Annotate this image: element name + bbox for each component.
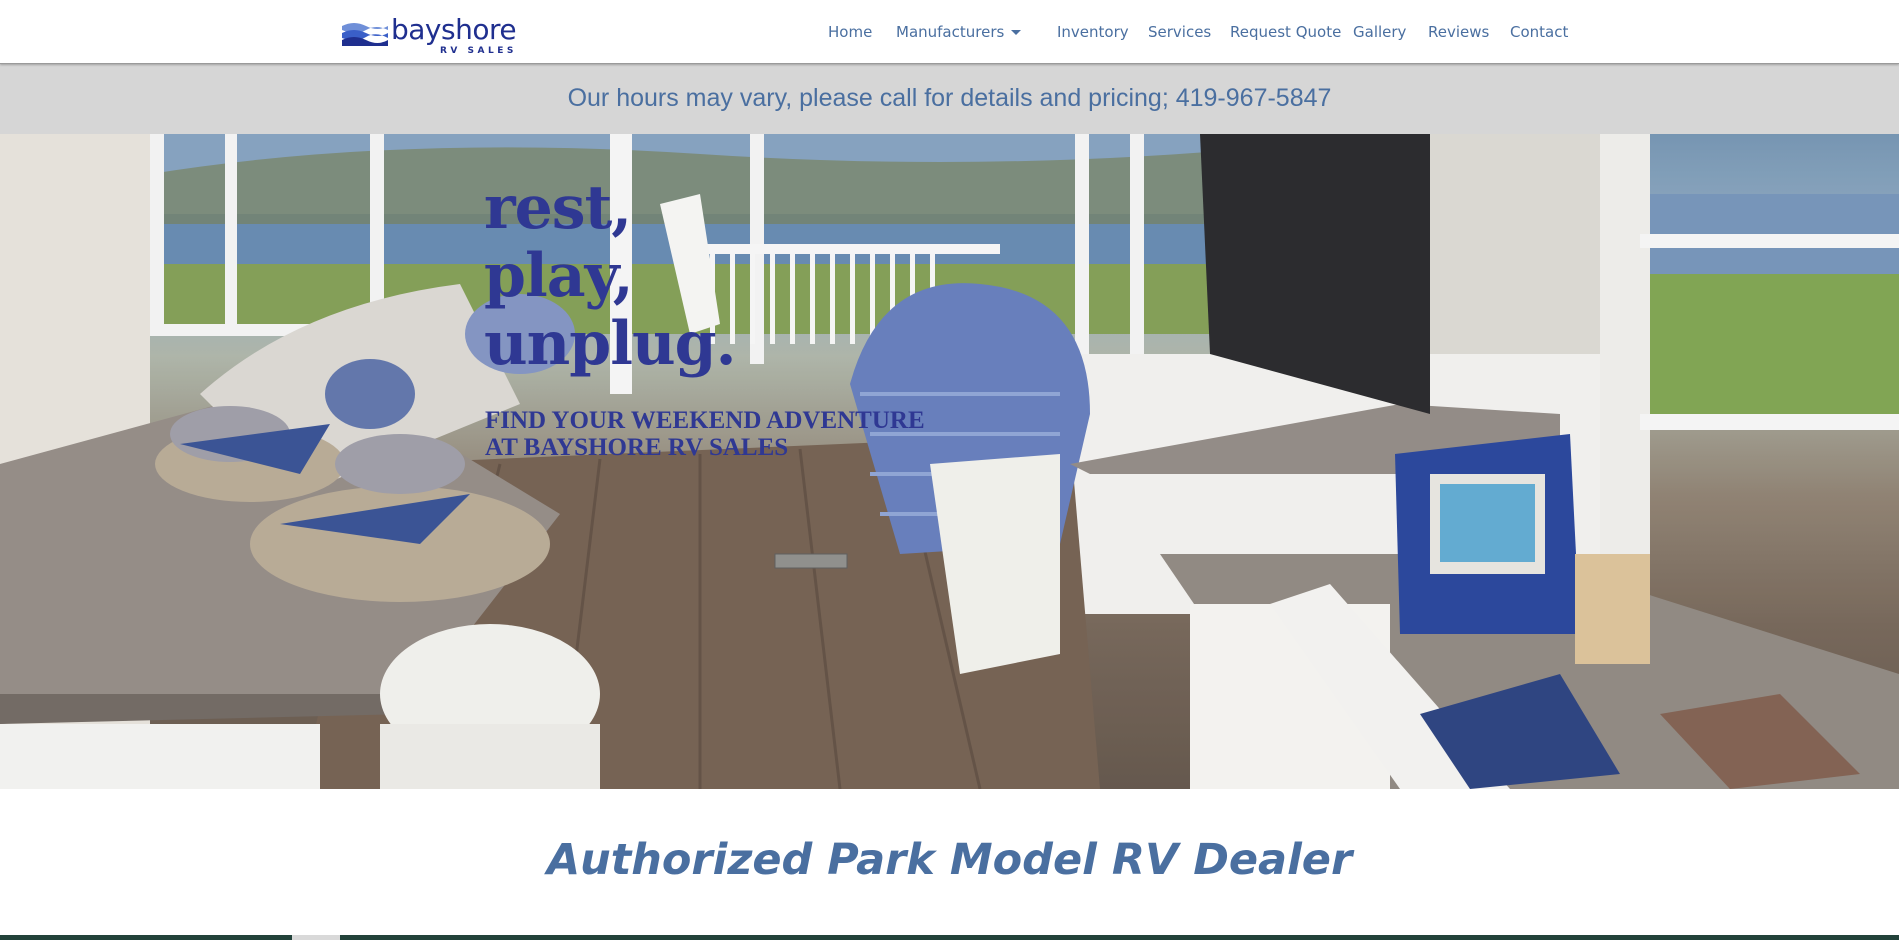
hours-notice-text: Our hours may vary, please call for deta… bbox=[567, 84, 1332, 112]
main-nav: Home Manufacturers Inventory Services Re… bbox=[0, 0, 1899, 64]
hero-headline-line-3: unplug. bbox=[484, 309, 736, 379]
hours-notice-bar: Our hours may vary, please call for deta… bbox=[0, 64, 1899, 134]
nav-manufacturers[interactable]: Manufacturers bbox=[896, 22, 1004, 42]
hero-headline-line-2: play, bbox=[484, 241, 634, 311]
nav-gallery[interactable]: Gallery bbox=[1353, 22, 1406, 42]
footer-tab bbox=[292, 935, 340, 940]
nav-reviews[interactable]: Reviews bbox=[1428, 22, 1489, 42]
footer-strip bbox=[0, 935, 1899, 940]
hero-subline-2: AT BAYSHORE RV SALES bbox=[485, 434, 789, 461]
caret-down-icon[interactable] bbox=[1011, 30, 1021, 35]
nav-request-quote[interactable]: Request Quote bbox=[1230, 22, 1341, 42]
hero-subline-1: FIND YOUR WEEKEND ADVENTURE bbox=[485, 407, 925, 434]
nav-contact[interactable]: Contact bbox=[1510, 22, 1568, 42]
hero-banner: rest, play, unplug. FIND YOUR WEEKEND AD… bbox=[0, 134, 1899, 789]
site-header: bayshore RV SALES Home Manufacturers Inv… bbox=[0, 0, 1899, 64]
nav-inventory[interactable]: Inventory bbox=[1057, 22, 1129, 42]
dealer-heading: Authorized Park Model RV Dealer bbox=[546, 835, 1353, 885]
nav-home[interactable]: Home bbox=[828, 22, 872, 42]
nav-services[interactable]: Services bbox=[1148, 22, 1211, 42]
hero-headline-line-1: rest, bbox=[484, 173, 632, 243]
rv-interior-photo bbox=[0, 134, 1899, 789]
